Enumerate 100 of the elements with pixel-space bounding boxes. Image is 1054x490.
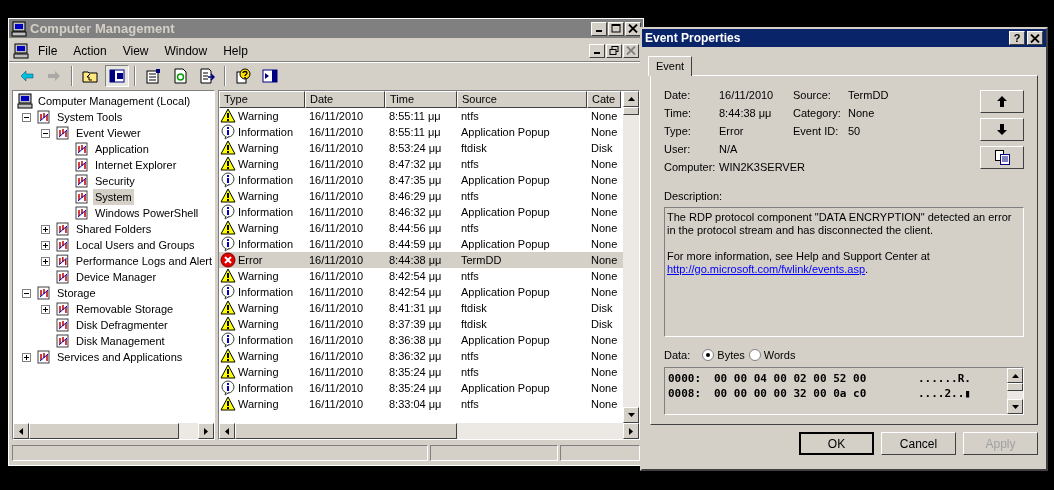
copy-icon — [994, 150, 1010, 165]
tree-item[interactable]: Windows PowerShell — [93, 204, 201, 222]
help-button[interactable]: ? — [1009, 31, 1025, 45]
left-arrow-icon — [225, 427, 229, 435]
scrollbar-thumb[interactable] — [1007, 383, 1023, 391]
document-arrow-icon — [199, 67, 215, 84]
tree-item[interactable]: Application — [93, 140, 151, 158]
tree-item[interactable]: Storage — [55, 284, 98, 302]
table-row[interactable]: Warning 16/11/2010 8:53:24 μμ ftdisk Disk — [219, 140, 623, 156]
scrollbar-thumb[interactable] — [235, 423, 457, 439]
menu-item[interactable]: File — [31, 41, 65, 60]
tab[interactable]: Event — [648, 56, 693, 76]
tree-item[interactable]: Security — [93, 172, 137, 190]
column-header[interactable]: Cate — [587, 91, 621, 108]
tree-item[interactable]: Computer Management (Local) — [36, 92, 193, 110]
column-header[interactable]: Type — [219, 91, 305, 108]
radio-option[interactable]: Words — [748, 346, 796, 363]
vertical-scrollbar[interactable] — [1007, 368, 1023, 414]
field-label: Computer: — [664, 159, 717, 175]
table-cell: ftdisk — [461, 140, 487, 156]
table-row[interactable]: Warning 16/11/2010 8:46:29 μμ ntfs None — [219, 188, 623, 204]
table-row[interactable]: Information 16/11/2010 8:42:54 μμ Application Popup None — [219, 284, 623, 300]
tree-item[interactable]: Device Manager — [74, 268, 159, 286]
close-button[interactable] — [625, 21, 641, 36]
table-row[interactable]: Warning 16/11/2010 8:37:39 μμ ftdisk Disk — [219, 316, 623, 332]
tree-item[interactable]: Event Viewer — [74, 124, 143, 142]
minimize-button[interactable] — [589, 43, 605, 58]
menu-item[interactable]: Action — [66, 41, 114, 60]
table-row[interactable]: Information 16/11/2010 8:35:24 μμ Application Popup None — [219, 380, 623, 396]
table-row[interactable]: Information 16/11/2010 8:47:35 μμ Application Popup None — [219, 172, 623, 188]
tree-item[interactable]: Shared Folders — [74, 220, 154, 238]
table-row[interactable]: Warning 16/11/2010 8:41:31 μμ ftdisk Disk — [219, 300, 623, 316]
toolbar-button[interactable] — [105, 64, 129, 87]
tree-item[interactable]: Services and Applications — [55, 348, 185, 366]
table-row[interactable]: Warning 16/11/2010 8:33:04 μμ ntfs None — [219, 396, 623, 412]
table-row[interactable]: Warning 16/11/2010 8:35:24 μμ ntfs None — [219, 364, 623, 380]
table-row[interactable]: Information 16/11/2010 8:46:32 μμ Application Popup None — [219, 204, 623, 220]
menu-item[interactable]: Help — [216, 41, 255, 60]
restore-button[interactable] — [606, 43, 622, 58]
next-button[interactable] — [980, 118, 1024, 141]
table-row[interactable]: Warning 16/11/2010 8:36:32 μμ ntfs None — [219, 348, 623, 364]
warning-icon — [220, 188, 236, 204]
column-header[interactable]: Source — [457, 91, 587, 108]
table-cell: 8:55:11 μμ — [389, 108, 441, 124]
table-cell: ntfs — [461, 364, 479, 380]
computer-icon — [17, 93, 33, 109]
data-label: Data: — [664, 347, 691, 363]
horizontal-scrollbar[interactable] — [13, 423, 214, 439]
table-row[interactable]: Information 16/11/2010 8:55:11 μμ Application Popup None — [219, 124, 623, 140]
up-arrow-icon — [1011, 373, 1019, 378]
maximize-button[interactable] — [608, 21, 624, 36]
copy-button[interactable] — [980, 146, 1024, 169]
up-arrow-icon — [627, 97, 635, 101]
table-row[interactable]: Warning 16/11/2010 8:47:32 μμ ntfs None — [219, 156, 623, 172]
table-cell: 16/11/2010 — [309, 268, 364, 284]
table-cell: 16/11/2010 — [309, 188, 364, 204]
table-cell: 8:47:32 μμ — [389, 156, 442, 172]
field-label: Source: — [793, 87, 832, 103]
tree-item[interactable]: Internet Explorer — [93, 156, 179, 174]
window-title: Event Properties — [645, 30, 742, 47]
field-value: 8:44:38 μμ — [719, 105, 772, 121]
table-row[interactable]: Warning 16/11/2010 8:55:11 μμ ntfs None — [219, 108, 623, 124]
tree-item[interactable]: Removable Storage — [74, 300, 176, 318]
tree-item[interactable]: Local Users and Groups — [74, 236, 197, 254]
tree-node-icon — [36, 349, 52, 365]
close-button[interactable] — [623, 43, 639, 58]
menu-item[interactable]: View — [115, 41, 156, 60]
tree-item[interactable]: Disk Defragmenter — [74, 316, 170, 334]
table-cell: 8:41:31 μμ — [389, 300, 442, 316]
table-cell: Warning — [238, 188, 279, 204]
menu-item[interactable]: Window — [157, 41, 215, 60]
scrollbar-thumb[interactable] — [623, 107, 639, 115]
vertical-scrollbar[interactable] — [623, 91, 639, 423]
table-cell: 16/11/2010 — [309, 348, 364, 364]
previous-button[interactable] — [980, 90, 1024, 113]
tree-node-icon — [74, 205, 90, 221]
radio-option[interactable]: Bytes — [702, 346, 745, 363]
help-icon — [235, 67, 251, 84]
close-button[interactable] — [1027, 31, 1043, 45]
tree-item[interactable]: Performance Logs and Alert — [73, 252, 214, 270]
horizontal-scrollbar[interactable] — [219, 423, 639, 439]
column-header[interactable]: Time — [385, 91, 457, 108]
table-row[interactable]: Error 16/11/2010 8:44:38 μμ TermDD None — [219, 252, 623, 268]
table-cell: None — [591, 220, 618, 236]
table-row[interactable]: Warning 16/11/2010 8:44:56 μμ ntfs None — [219, 220, 623, 236]
tree-item[interactable]: System Tools — [55, 108, 125, 126]
field-label: Time: — [664, 105, 693, 121]
table-cell: Warning — [238, 300, 279, 316]
dialog-button[interactable]: Cancel — [881, 432, 956, 455]
table-cell: 8:42:54 μμ — [389, 284, 442, 300]
table-row[interactable]: Warning 16/11/2010 8:42:54 μμ ntfs None — [219, 268, 623, 284]
table-row[interactable]: Information 16/11/2010 8:44:59 μμ Application Popup None — [219, 236, 623, 252]
table-cell: None — [591, 188, 618, 204]
dialog-button[interactable]: OK — [799, 432, 874, 455]
tree-item[interactable]: System — [93, 188, 134, 206]
table-row[interactable]: Information 16/11/2010 8:36:38 μμ Application Popup None — [219, 332, 623, 348]
column-header[interactable]: Date — [305, 91, 385, 108]
tree-item[interactable]: Disk Management — [74, 332, 167, 350]
minimize-button[interactable] — [591, 21, 607, 36]
scrollbar-thumb[interactable] — [29, 423, 179, 439]
